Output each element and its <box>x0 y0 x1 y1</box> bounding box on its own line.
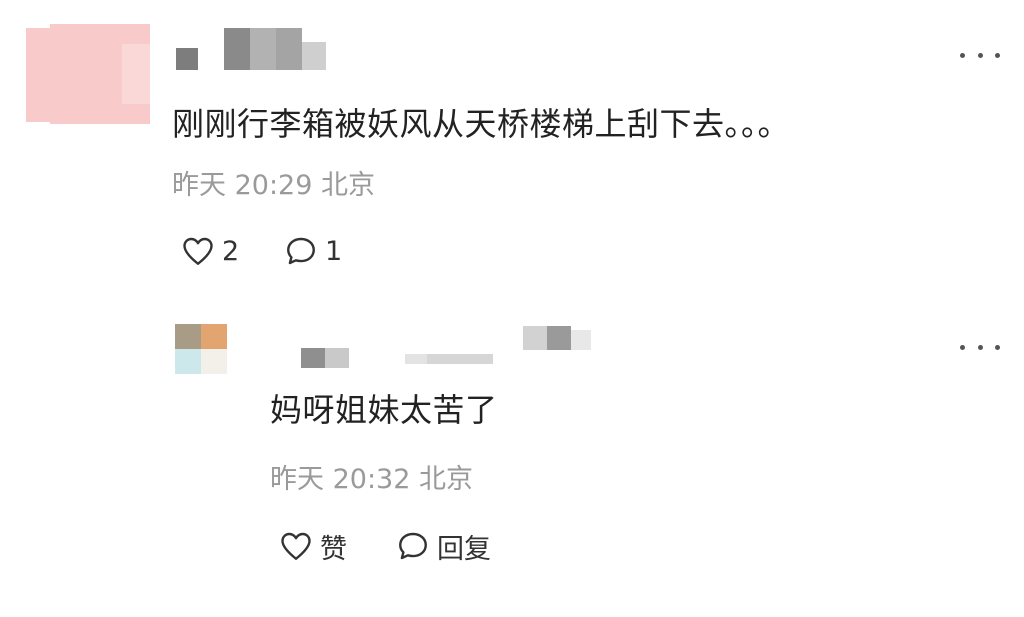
reply-text: 妈呀姐妹太苦了 <box>270 391 498 429</box>
timestamp: 昨天 20:29 <box>172 170 313 201</box>
username-redacted[interactable] <box>170 22 330 77</box>
location: 北京 <box>419 464 473 495</box>
comment-text: 刚刚行李箱被妖风从天桥楼梯上刮下去。。。 <box>172 105 791 143</box>
heart-outline-icon <box>278 528 314 564</box>
heart-outline-icon <box>180 233 216 269</box>
reply-count: 1 <box>325 235 343 267</box>
avatar[interactable] <box>22 24 152 126</box>
like-button[interactable]: 2 <box>180 231 239 271</box>
more-dots-icon <box>960 344 965 350</box>
speech-bubble-icon <box>283 233 319 269</box>
reply-label: 回复 <box>437 533 491 565</box>
username-redacted[interactable] <box>295 322 595 370</box>
comment-meta: 昨天 20:32 北京 <box>270 463 473 497</box>
avatar[interactable] <box>175 324 227 374</box>
speech-bubble-icon <box>395 528 431 564</box>
more-options-button[interactable] <box>960 45 1000 65</box>
more-options-button[interactable] <box>960 337 1000 357</box>
like-count: 2 <box>222 235 240 267</box>
more-dots-icon <box>960 52 965 58</box>
location: 北京 <box>321 170 375 201</box>
timestamp: 昨天 20:32 <box>270 464 411 495</box>
reply-button[interactable]: 回复 <box>395 526 491 566</box>
like-button[interactable]: 赞 <box>278 526 347 566</box>
comment-meta: 昨天 20:29 北京 <box>172 169 375 203</box>
reply-button[interactable]: 1 <box>283 231 342 271</box>
like-label: 赞 <box>320 533 347 565</box>
